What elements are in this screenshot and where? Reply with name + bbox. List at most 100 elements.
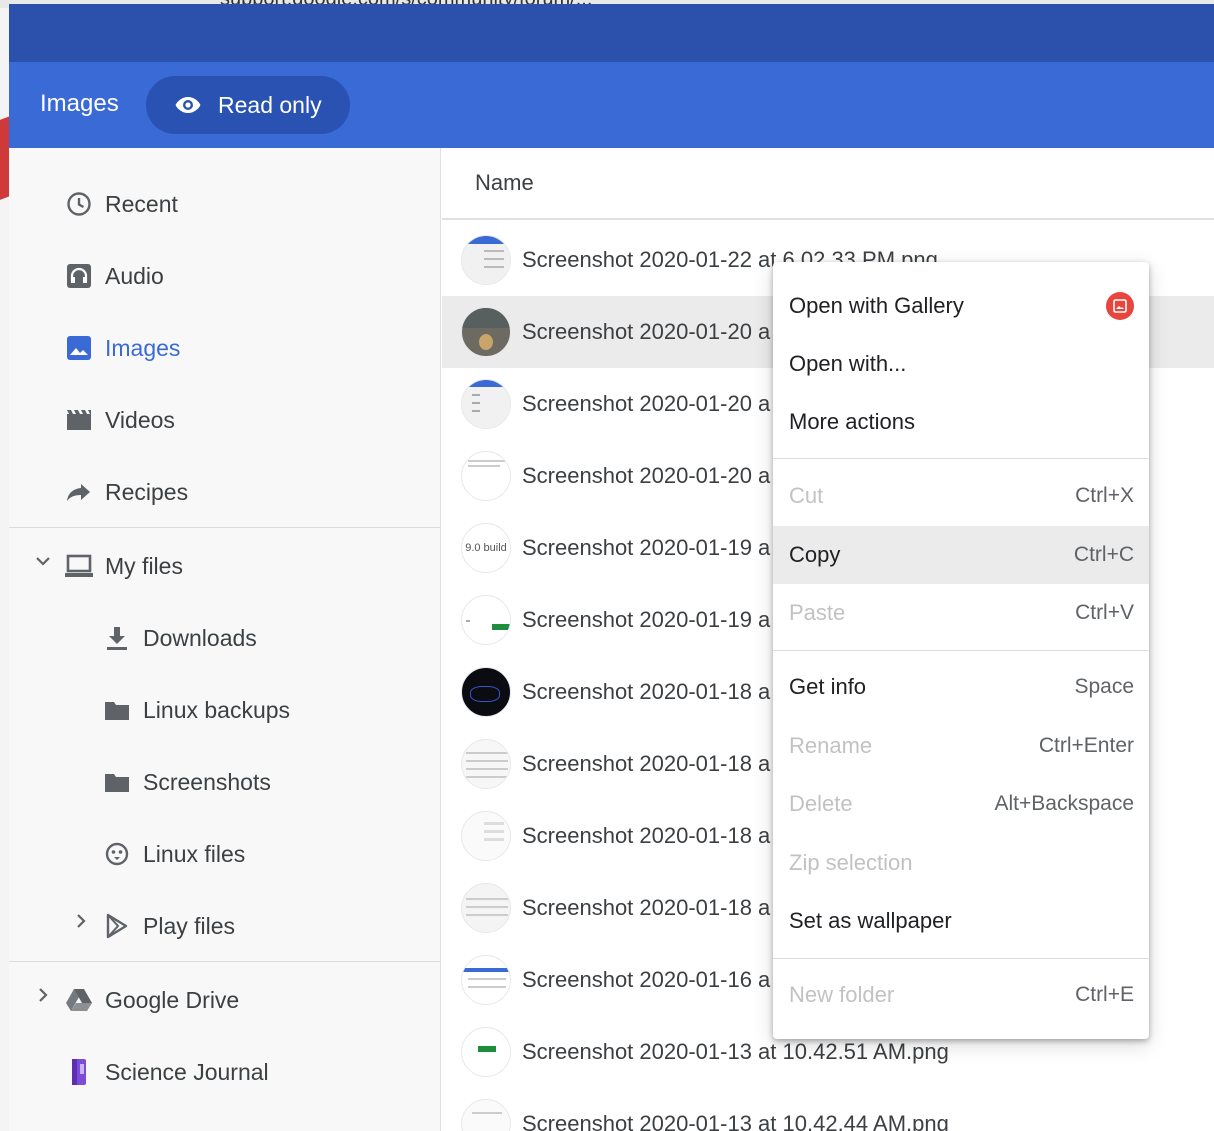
sidebar-item-play-files[interactable]: Play files xyxy=(103,901,235,951)
eye-icon xyxy=(175,97,201,113)
headphones-icon xyxy=(65,262,93,290)
title-bar[interactable] xyxy=(9,4,1214,62)
sidebar-item-screenshots[interactable]: Screenshots xyxy=(103,757,271,807)
sidebar-item-label: Linux files xyxy=(143,840,246,867)
file-thumbnail xyxy=(461,595,511,645)
menu-item-get-info[interactable]: Get info Space xyxy=(773,658,1149,716)
sidebar-item-label: My files xyxy=(105,552,183,579)
file-thumbnail xyxy=(461,451,511,501)
sidebar-item-label: Google Drive xyxy=(105,986,240,1013)
menu-item-new-folder[interactable]: New folder Ctrl+E xyxy=(773,966,1149,1024)
read-only-label: Read only xyxy=(218,91,322,118)
sidebar-item-recent[interactable]: Recent xyxy=(65,179,178,229)
file-name: Screenshot 2020-01-18 a xyxy=(522,895,771,920)
thumbnail-caption: 9.0 build xyxy=(465,542,507,554)
download-icon xyxy=(103,624,131,652)
file-thumbnail xyxy=(461,235,511,285)
file-name: Screenshot 2020-01-20 a xyxy=(522,391,771,416)
menu-item-label: Delete xyxy=(789,791,853,816)
sidebar-item-label: Videos xyxy=(105,406,175,433)
file-thumbnail xyxy=(461,811,511,861)
menu-item-open-with[interactable]: Open with... xyxy=(773,335,1149,393)
breadcrumb[interactable]: Images xyxy=(40,90,119,118)
folder-icon xyxy=(103,768,131,796)
menu-item-zip-selection[interactable]: Zip selection xyxy=(773,834,1149,892)
share-arrow-icon xyxy=(65,478,93,506)
file-thumbnail xyxy=(461,883,511,933)
chevron-right-icon[interactable] xyxy=(71,911,91,937)
sidebar-item-label: Audio xyxy=(105,262,164,289)
menu-item-label: Open with... xyxy=(789,351,907,376)
play-store-icon xyxy=(103,912,131,940)
menu-item-set-as-wallpaper[interactable]: Set as wallpaper xyxy=(773,892,1149,950)
file-thumbnail xyxy=(461,955,511,1005)
sidebar-item-label: Play files xyxy=(143,912,236,939)
file-name: Screenshot 2020-01-20 a xyxy=(522,319,771,344)
file-name: Screenshot 2020-01-18 a xyxy=(522,751,771,776)
menu-item-copy[interactable]: Copy Ctrl+C xyxy=(773,526,1149,584)
sidebar-item-label: Downloads xyxy=(143,624,257,651)
menu-item-paste[interactable]: Paste Ctrl+V xyxy=(773,584,1149,642)
chevron-right-icon[interactable] xyxy=(33,985,53,1011)
sidebar-item-audio[interactable]: Audio xyxy=(65,251,164,301)
menu-item-shortcut: Ctrl+Enter xyxy=(1038,734,1134,757)
menu-item-label: Open with Gallery xyxy=(789,293,964,318)
file-thumbnail xyxy=(461,739,511,789)
sidebar-item-label: Science Journal xyxy=(105,1058,269,1085)
clock-icon xyxy=(65,190,93,218)
menu-item-label: New folder xyxy=(789,982,895,1007)
sidebar-item-linux-files[interactable]: Linux files xyxy=(103,829,245,879)
file-thumbnail xyxy=(461,1099,511,1131)
menu-item-shortcut: Ctrl+E xyxy=(1075,983,1134,1006)
file-thumbnail: 9.0 build xyxy=(461,523,511,573)
menu-item-label: Copy xyxy=(789,542,841,567)
menu-item-label: Get info xyxy=(789,674,867,699)
file-thumbnail xyxy=(461,379,511,429)
column-header-name[interactable]: Name xyxy=(442,148,1214,220)
menu-item-more-actions[interactable]: More actions xyxy=(773,393,1149,451)
sidebar-item-science-journal[interactable]: Science Journal xyxy=(65,1047,269,1097)
menu-item-shortcut: Ctrl+X xyxy=(1075,484,1134,507)
chevron-down-icon[interactable] xyxy=(33,551,53,577)
menu-item-open-with-gallery[interactable]: Open with Gallery xyxy=(773,277,1149,335)
menu-item-shortcut: Ctrl+C xyxy=(1073,543,1134,566)
read-only-badge[interactable]: Read only xyxy=(146,76,350,134)
file-name: Screenshot 2020-01-18 a xyxy=(522,823,771,848)
file-name: Screenshot 2020-01-13 at 10.42.44 AM.png xyxy=(522,1111,949,1131)
menu-item-label: Rename xyxy=(789,733,873,758)
sidebar-item-recipes[interactable]: Recipes xyxy=(65,467,188,517)
sidebar-item-downloads[interactable]: Downloads xyxy=(103,613,257,663)
context-menu: Open with Gallery Open with... More acti… xyxy=(773,262,1149,1039)
sidebar-item-linux-backups[interactable]: Linux backups xyxy=(103,685,290,735)
science-journal-icon xyxy=(65,1058,93,1086)
sidebar-item-videos[interactable]: Videos xyxy=(65,395,175,445)
menu-separator xyxy=(773,458,1149,459)
image-icon xyxy=(65,334,93,362)
sidebar-item-label: Recent xyxy=(105,190,178,217)
file-name: Screenshot 2020-01-19 a xyxy=(522,607,771,632)
drive-icon xyxy=(65,986,93,1014)
penguin-icon xyxy=(103,840,131,868)
sidebar-item-label: Screenshots xyxy=(143,768,271,795)
menu-item-cut[interactable]: Cut Ctrl+X xyxy=(773,467,1149,525)
menu-item-shortcut: Ctrl+V xyxy=(1075,601,1134,624)
file-name: Screenshot 2020-01-18 a xyxy=(522,679,771,704)
menu-item-rename[interactable]: Rename Ctrl+Enter xyxy=(773,717,1149,775)
sidebar-divider xyxy=(9,527,441,528)
file-name: Screenshot 2020-01-19 a xyxy=(522,535,771,560)
menu-separator xyxy=(773,650,1149,651)
sidebar-item-label: Images xyxy=(105,334,181,361)
sidebar-item-my-files[interactable]: My files xyxy=(65,541,183,591)
menu-item-label: Set as wallpaper xyxy=(789,908,952,933)
sidebar-item-images[interactable]: Images xyxy=(65,323,180,373)
menu-item-shortcut: Alt+Backspace xyxy=(994,792,1135,815)
file-row[interactable]: Screenshot 2020-01-13 at 10.42.44 AM.png xyxy=(442,1088,1214,1131)
column-header-label: Name xyxy=(475,170,534,195)
menu-item-label: Cut xyxy=(789,483,824,508)
file-thumbnail xyxy=(461,1027,511,1077)
file-thumbnail xyxy=(461,307,511,357)
file-thumbnail xyxy=(461,667,511,717)
sidebar-item-google-drive[interactable]: Google Drive xyxy=(65,975,239,1025)
menu-separator xyxy=(773,958,1149,959)
menu-item-delete[interactable]: Delete Alt+Backspace xyxy=(773,775,1149,833)
